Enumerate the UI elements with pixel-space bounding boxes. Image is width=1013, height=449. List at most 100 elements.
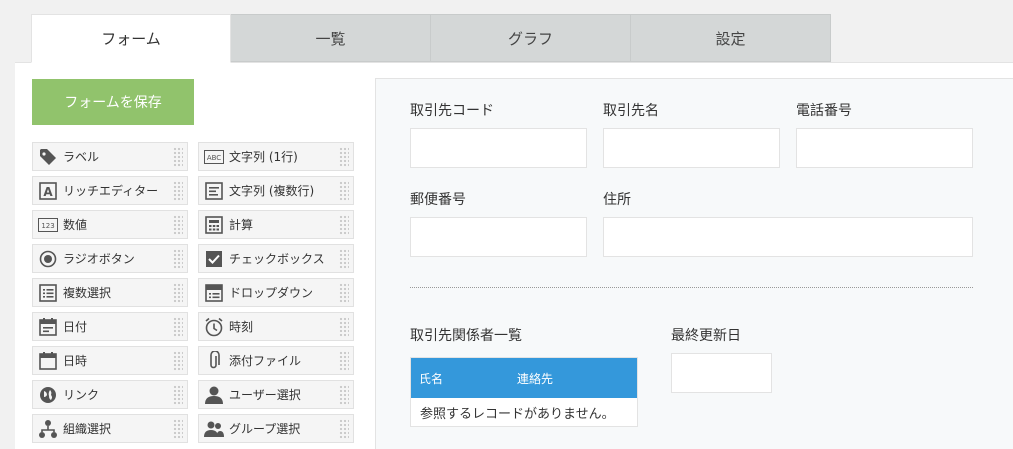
palette-item-text: 日時 (63, 354, 88, 368)
palette-item-single-line-text[interactable]: ABC 文字列 (1行) (198, 142, 354, 171)
drag-handle[interactable] (173, 147, 183, 167)
tab-settings[interactable]: 設定 (631, 14, 831, 62)
palette-item-text: 計算 (229, 218, 254, 232)
paperclip-icon (204, 350, 224, 371)
tab-graph[interactable]: グラフ (431, 14, 631, 62)
drag-handle[interactable] (339, 385, 349, 405)
palette-item-text: 添付ファイル (229, 354, 302, 368)
address-field[interactable] (603, 217, 973, 257)
drag-handle[interactable] (173, 385, 183, 405)
palette-item-org-select[interactable]: 組織選択 (32, 414, 188, 443)
checkbox-icon (204, 249, 224, 269)
palette-item-text: 複数選択 (63, 286, 112, 300)
palette-item-calculation[interactable]: 計算 (198, 210, 354, 239)
palette-item-text: ドロップダウン (229, 286, 314, 300)
palette-item-radio-button[interactable]: ラジオボタン (32, 244, 188, 273)
palette-item-label[interactable]: ラベル (32, 142, 188, 171)
tab-form[interactable]: フォーム (31, 14, 231, 63)
customer-name-field[interactable] (603, 128, 780, 168)
drag-handle[interactable] (339, 249, 349, 269)
customer-name-label: 取引先名 (603, 103, 659, 119)
palette-item-text: ラジオボタン (63, 252, 135, 266)
postal-code-label: 郵便番号 (410, 192, 466, 208)
svg-text:123: 123 (41, 222, 54, 230)
multiline-text-icon (204, 181, 224, 201)
drag-handle[interactable] (339, 215, 349, 235)
palette-item-date[interactable]: 日付 (32, 312, 188, 341)
palette-item-attachment[interactable]: 添付ファイル (198, 346, 354, 375)
palette-item-text: 文字列 (1行) (229, 150, 298, 164)
group-icon (204, 419, 224, 439)
address-label: 住所 (603, 192, 631, 208)
save-form-button[interactable]: フォームを保存 (32, 79, 194, 125)
palette-item-text: 数値 (63, 218, 88, 232)
phone-label: 電話番号 (796, 103, 852, 119)
palette-item-multi-line-text[interactable]: 文字列 (複数行) (198, 176, 354, 205)
palette-item-text: 時刻 (229, 320, 254, 334)
palette-item-text: 文字列 (複数行) (229, 184, 315, 198)
palette-item-text: 組織選択 (63, 422, 112, 436)
drag-handle[interactable] (339, 147, 349, 167)
drag-handle[interactable] (173, 215, 183, 235)
last-updated-label: 最終更新日 (671, 328, 741, 344)
palette-item-group-select[interactable]: グループ選択 (198, 414, 354, 443)
org-icon (38, 419, 58, 439)
palette-item-text: リンク (63, 388, 100, 402)
drag-handle[interactable] (173, 317, 183, 337)
section-divider (410, 287, 973, 288)
palette-item-user-select[interactable]: ユーザー選択 (198, 380, 354, 409)
svg-text:ABC: ABC (207, 154, 221, 162)
column-name-header: 氏名 (419, 372, 444, 386)
palette-item-rich-editor[interactable]: A リッチエディター (32, 176, 188, 205)
palette-item-text: グループ選択 (229, 422, 301, 436)
table-empty-message: 参照するレコードがありません。 (420, 407, 615, 422)
drag-handle[interactable] (339, 351, 349, 371)
drag-handle[interactable] (339, 317, 349, 337)
palette-item-text: リッチエディター (63, 184, 159, 198)
tab-list[interactable]: 一覧 (231, 14, 431, 62)
column-contact-header: 連絡先 (517, 372, 554, 386)
palette-item-link[interactable]: リンク (32, 380, 188, 409)
last-updated-field[interactable] (671, 353, 772, 393)
drag-handle[interactable] (173, 419, 183, 439)
contacts-table-label: 取引先関係者一覧 (410, 328, 522, 344)
palette-item-text: ユーザー選択 (229, 388, 301, 402)
user-icon (204, 385, 224, 405)
phone-field[interactable] (796, 128, 973, 168)
palette-item-multi-select[interactable]: 複数選択 (32, 278, 188, 307)
calculator-icon (204, 215, 224, 235)
globe-icon (38, 385, 58, 405)
number-icon: 123 (38, 215, 58, 235)
field-palette: ラベル ABC 文字列 (1行) A リッチエディター 文字列 (複数行) 12… (32, 142, 354, 443)
palette-item-number[interactable]: 123 数値 (32, 210, 188, 239)
postal-code-field[interactable] (410, 217, 587, 257)
abc-text-icon: ABC (204, 147, 224, 167)
multi-select-icon (38, 283, 58, 303)
tag-icon (38, 147, 58, 167)
customer-code-field[interactable] (410, 128, 587, 168)
drag-handle[interactable] (339, 419, 349, 439)
palette-item-text: チェックボックス (229, 252, 325, 266)
palette-item-text: ラベル (63, 150, 100, 164)
related-records-table[interactable]: 氏名 連絡先 参照するレコードがありません。 (410, 357, 638, 427)
radio-icon (38, 249, 58, 269)
tab-bar: フォーム 一覧 グラフ 設定 (31, 14, 831, 63)
drag-handle[interactable] (339, 283, 349, 303)
clock-icon (204, 317, 224, 337)
svg-text:A: A (43, 185, 53, 199)
palette-item-datetime[interactable]: 日時 (32, 346, 188, 375)
palette-item-dropdown[interactable]: ドロップダウン (198, 278, 354, 307)
drag-handle[interactable] (339, 181, 349, 201)
dropdown-icon (204, 283, 224, 303)
drag-handle[interactable] (173, 181, 183, 201)
drag-handle[interactable] (173, 249, 183, 269)
palette-item-checkbox[interactable]: チェックボックス (198, 244, 354, 273)
table-header: 氏名 連絡先 (411, 358, 637, 398)
drag-handle[interactable] (173, 351, 183, 371)
date-icon (38, 317, 58, 337)
drag-handle[interactable] (173, 283, 183, 303)
customer-code-label: 取引先コード (410, 103, 494, 119)
palette-item-text: 日付 (63, 320, 88, 334)
palette-item-time[interactable]: 時刻 (198, 312, 354, 341)
rich-editor-icon: A (38, 181, 58, 201)
